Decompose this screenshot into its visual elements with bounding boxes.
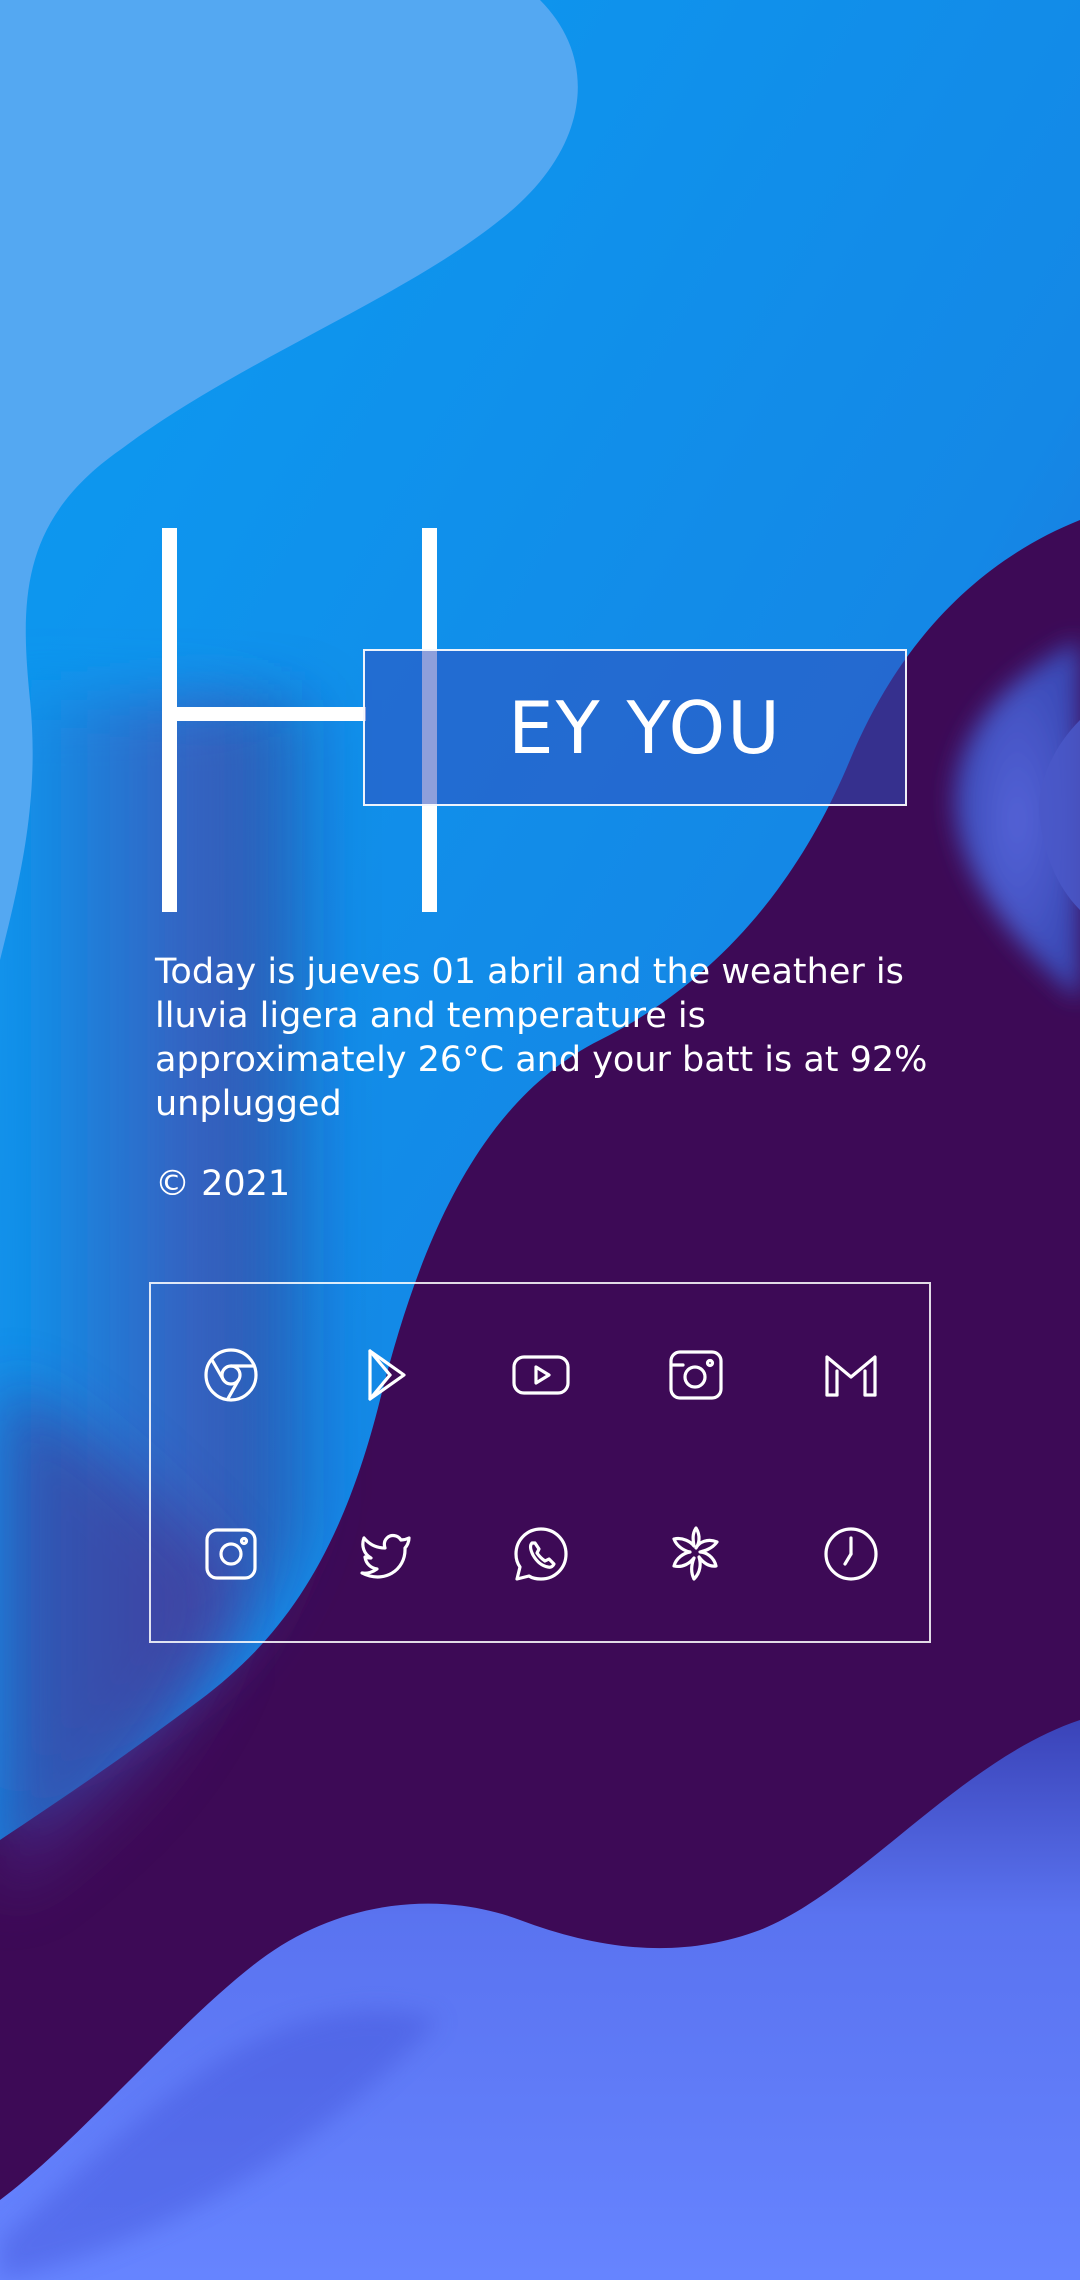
wallpaper [0, 0, 1080, 2280]
app-dock [149, 1282, 931, 1643]
status-info-text: Today is jueves 01 abril and the weather… [155, 952, 928, 1124]
gmail-icon[interactable] [821, 1345, 881, 1405]
twitter-icon[interactable] [356, 1524, 416, 1584]
whatsapp-icon[interactable] [511, 1524, 571, 1584]
youtube-icon[interactable] [511, 1345, 571, 1405]
greeting-box: EY YOU [363, 649, 907, 806]
clock-icon[interactable] [821, 1524, 881, 1584]
greeting-text: EY YOU [508, 685, 782, 770]
play-store-icon[interactable] [356, 1345, 416, 1405]
h-letter-crossbar [170, 707, 366, 721]
flower-app-icon[interactable] [666, 1524, 726, 1584]
chrome-icon[interactable] [201, 1345, 261, 1405]
camera-icon[interactable] [666, 1345, 726, 1405]
instagram-icon[interactable] [201, 1524, 261, 1584]
home-screen: EY YOU Today is jueves 01 abril and the … [0, 0, 1080, 2280]
copyright-text: © 2021 [155, 1164, 291, 1204]
